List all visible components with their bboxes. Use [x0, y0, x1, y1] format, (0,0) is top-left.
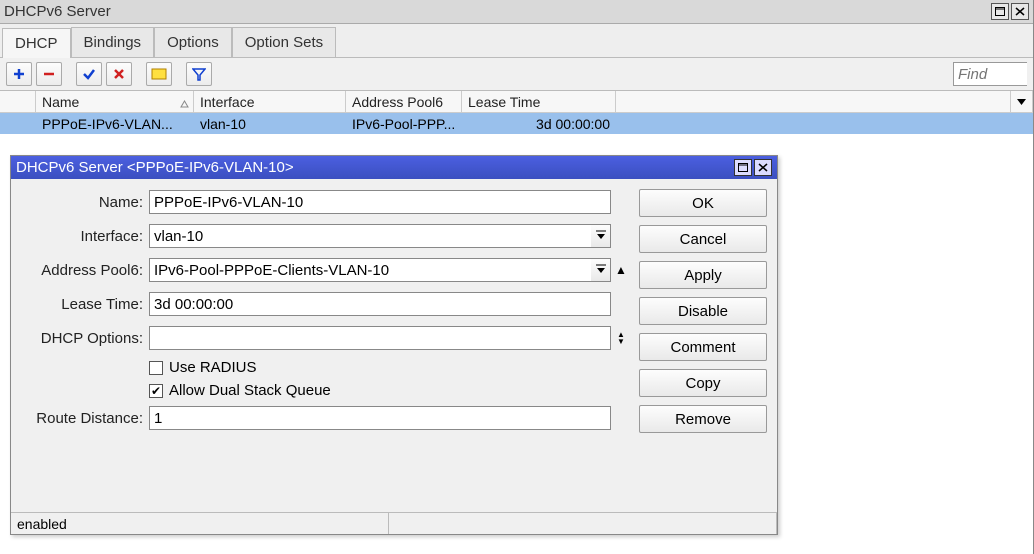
- status-text: enabled: [11, 513, 389, 534]
- close-button[interactable]: [1011, 3, 1029, 20]
- table-header: Name Interface Address Pool6 Lease Time: [0, 91, 1033, 113]
- address-pool6-dropdown-button[interactable]: [591, 258, 611, 282]
- dialog-maximize-button[interactable]: [734, 159, 752, 176]
- cell-interface: vlan-10: [194, 116, 346, 132]
- button-column: OK Cancel Apply Disable Comment Copy Rem…: [639, 179, 777, 512]
- label-allow-dual-stack-queue: Allow Dual Stack Queue: [169, 382, 331, 399]
- remove-dialog-button[interactable]: Remove: [639, 405, 767, 433]
- maximize-button[interactable]: [991, 3, 1009, 20]
- column-lease-time[interactable]: Lease Time: [462, 91, 616, 112]
- remove-button[interactable]: [36, 62, 62, 86]
- window-buttons: [989, 3, 1029, 20]
- close-icon: [758, 163, 768, 172]
- label-lease-time: Lease Time:: [21, 296, 143, 313]
- interface-dropdown-button[interactable]: [591, 224, 611, 248]
- cancel-button[interactable]: Cancel: [639, 225, 767, 253]
- status-bar: enabled: [11, 512, 777, 534]
- add-button[interactable]: [6, 62, 32, 86]
- label-use-radius: Use RADIUS: [169, 359, 257, 376]
- column-flag[interactable]: [0, 91, 36, 112]
- titlebar: DHCPv6 Server: [0, 0, 1033, 24]
- form-area: Name: ▲ Interface: ▲ Address Pool6:: [11, 179, 639, 512]
- tab-bindings[interactable]: Bindings: [71, 27, 155, 57]
- cell-pool: IPv6-Pool-PPP...: [346, 116, 462, 132]
- comment-button[interactable]: [146, 62, 172, 86]
- tab-dhcp[interactable]: DHCP: [2, 28, 71, 58]
- enable-button[interactable]: [76, 62, 102, 86]
- ok-button[interactable]: OK: [639, 189, 767, 217]
- use-radius-checkbox[interactable]: [149, 361, 163, 375]
- address-pool6-field[interactable]: [149, 258, 591, 282]
- route-distance-field[interactable]: [149, 406, 611, 430]
- maximize-icon: [738, 163, 748, 172]
- find-box: [953, 62, 1027, 86]
- funnel-icon: [192, 67, 206, 81]
- cell-name: PPPoE-IPv6-VLAN...: [36, 116, 194, 132]
- apply-button[interactable]: Apply: [639, 261, 767, 289]
- window-title: DHCPv6 Server: [4, 3, 989, 20]
- dhcp-options-field[interactable]: [149, 326, 611, 350]
- column-name[interactable]: Name: [36, 91, 194, 112]
- chevron-down-icon[interactable]: ▼: [617, 338, 625, 345]
- dialog-titlebar: DHCPv6 Server <PPPoE-IPv6-VLAN-10>: [11, 156, 777, 179]
- find-input[interactable]: [953, 62, 1027, 86]
- label-route-distance: Route Distance:: [21, 410, 143, 427]
- minus-icon: [42, 67, 56, 81]
- interface-field[interactable]: [149, 224, 591, 248]
- table-row[interactable]: PPPoE-IPv6-VLAN... vlan-10 IPv6-Pool-PPP…: [0, 113, 1033, 134]
- dhcp-options-spinner[interactable]: ▲▼: [613, 331, 629, 345]
- label-address-pool6: Address Pool6:: [21, 262, 143, 279]
- column-spacer: [616, 91, 1011, 112]
- check-icon: [82, 67, 96, 81]
- tab-options[interactable]: Options: [154, 27, 232, 57]
- disable-button[interactable]: [106, 62, 132, 86]
- lease-time-field[interactable]: [149, 292, 611, 316]
- dialog-close-button[interactable]: [754, 159, 772, 176]
- cell-lease: 3d 00:00:00: [462, 116, 616, 132]
- dialog-title: DHCPv6 Server <PPPoE-IPv6-VLAN-10>: [16, 159, 732, 176]
- column-interface[interactable]: Interface: [194, 91, 346, 112]
- toolbar: [0, 58, 1033, 91]
- tab-option-sets[interactable]: Option Sets: [232, 27, 336, 57]
- dropdown-icon: [594, 263, 608, 277]
- column-address-pool6[interactable]: Address Pool6: [346, 91, 462, 112]
- maximize-icon: [995, 7, 1005, 16]
- filter-button[interactable]: [186, 62, 212, 86]
- sort-indicator-icon: [180, 96, 189, 112]
- label-dhcp-options: DHCP Options:: [21, 330, 143, 347]
- collapse-arrow-icon[interactable]: ▲: [613, 263, 629, 277]
- label-name: Name:: [21, 194, 143, 211]
- chevron-down-icon: [1017, 99, 1026, 105]
- label-interface: Interface:: [21, 228, 143, 245]
- dropdown-icon: [594, 229, 608, 243]
- plus-icon: [12, 67, 26, 81]
- comment-dialog-button[interactable]: Comment: [639, 333, 767, 361]
- column-menu[interactable]: [1011, 91, 1033, 112]
- allow-dual-stack-queue-checkbox[interactable]: [149, 384, 163, 398]
- close-icon: [1015, 7, 1025, 16]
- comment-icon: [151, 68, 167, 80]
- x-icon: [112, 67, 126, 81]
- tab-bar: DHCP Bindings Options Option Sets: [0, 24, 1033, 58]
- copy-button[interactable]: Copy: [639, 369, 767, 397]
- dialog-window: DHCPv6 Server <PPPoE-IPv6-VLAN-10> Name:…: [10, 155, 778, 535]
- name-field[interactable]: [149, 190, 611, 214]
- disable-button[interactable]: Disable: [639, 297, 767, 325]
